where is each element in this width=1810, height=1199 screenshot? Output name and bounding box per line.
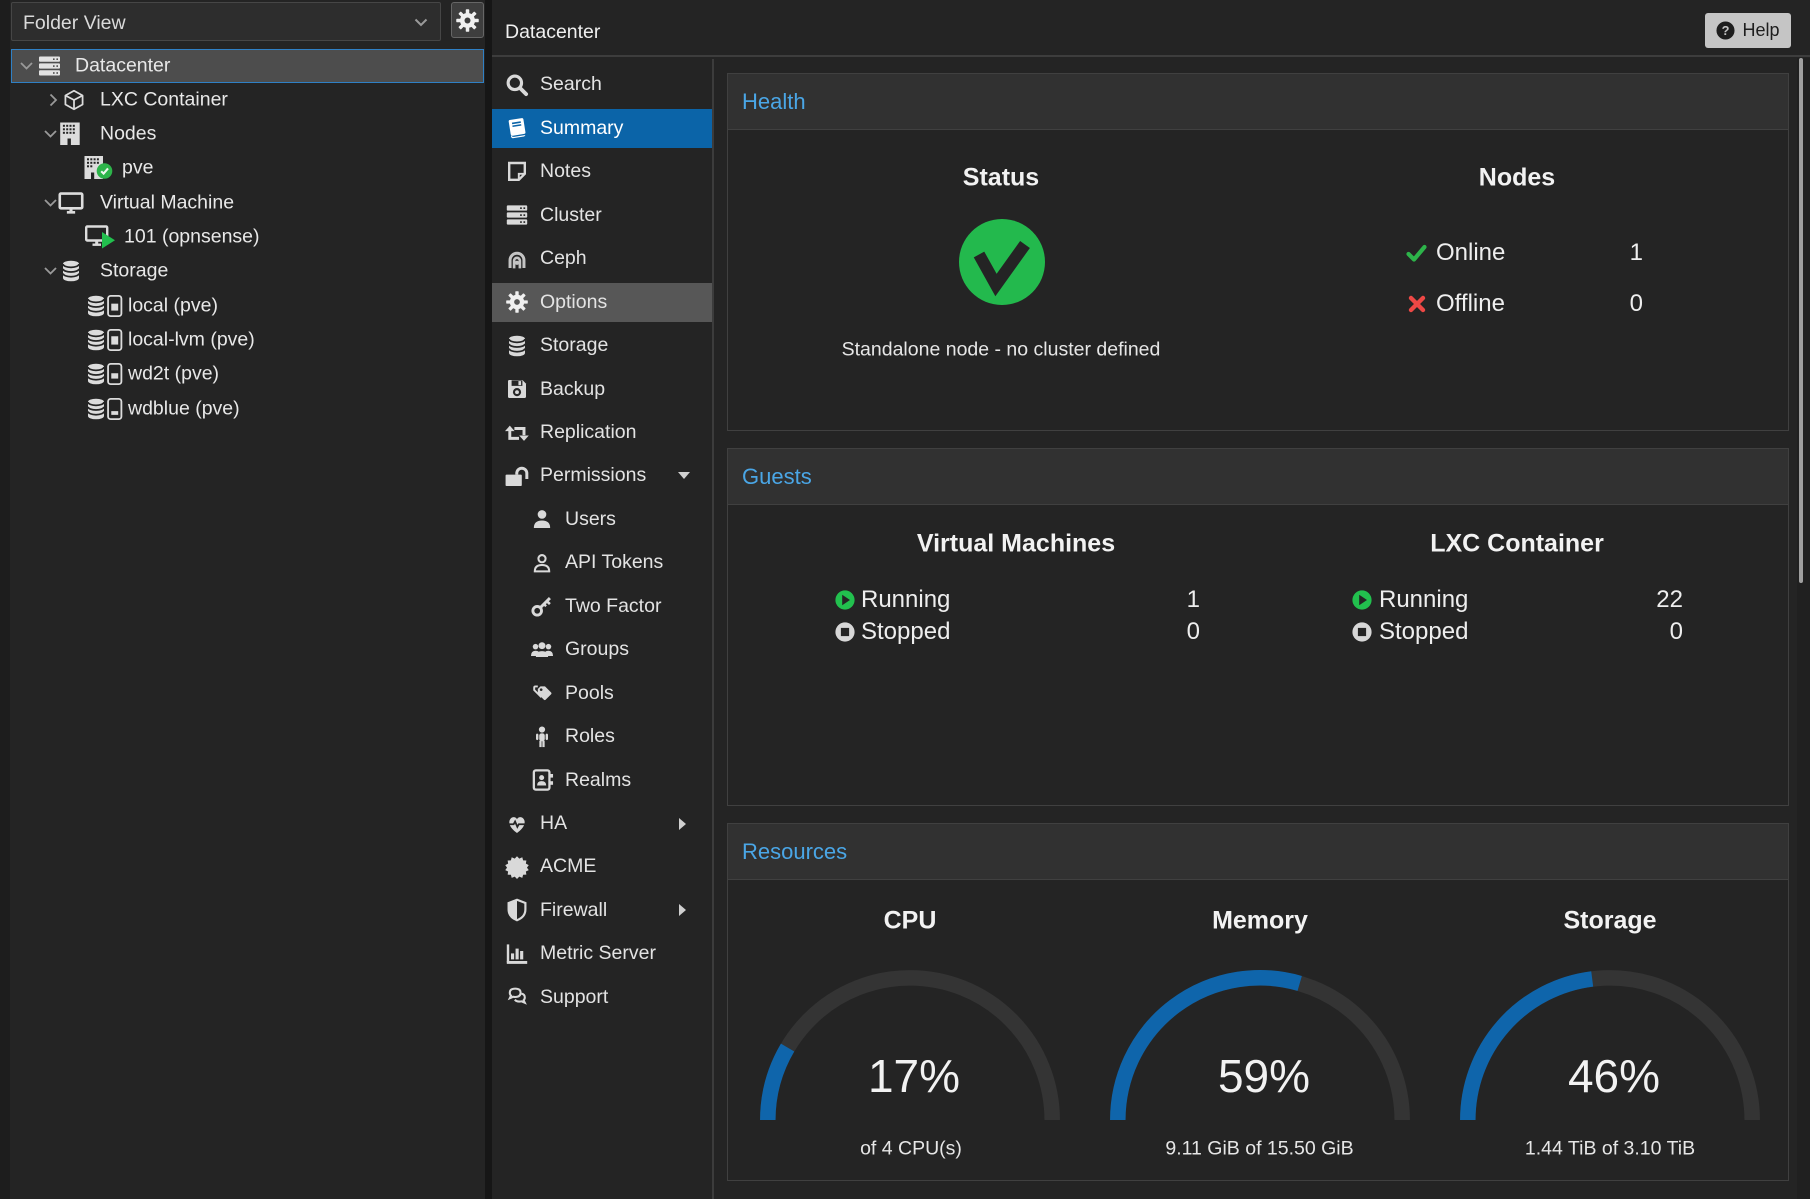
- svg-text:?: ?: [1722, 23, 1730, 38]
